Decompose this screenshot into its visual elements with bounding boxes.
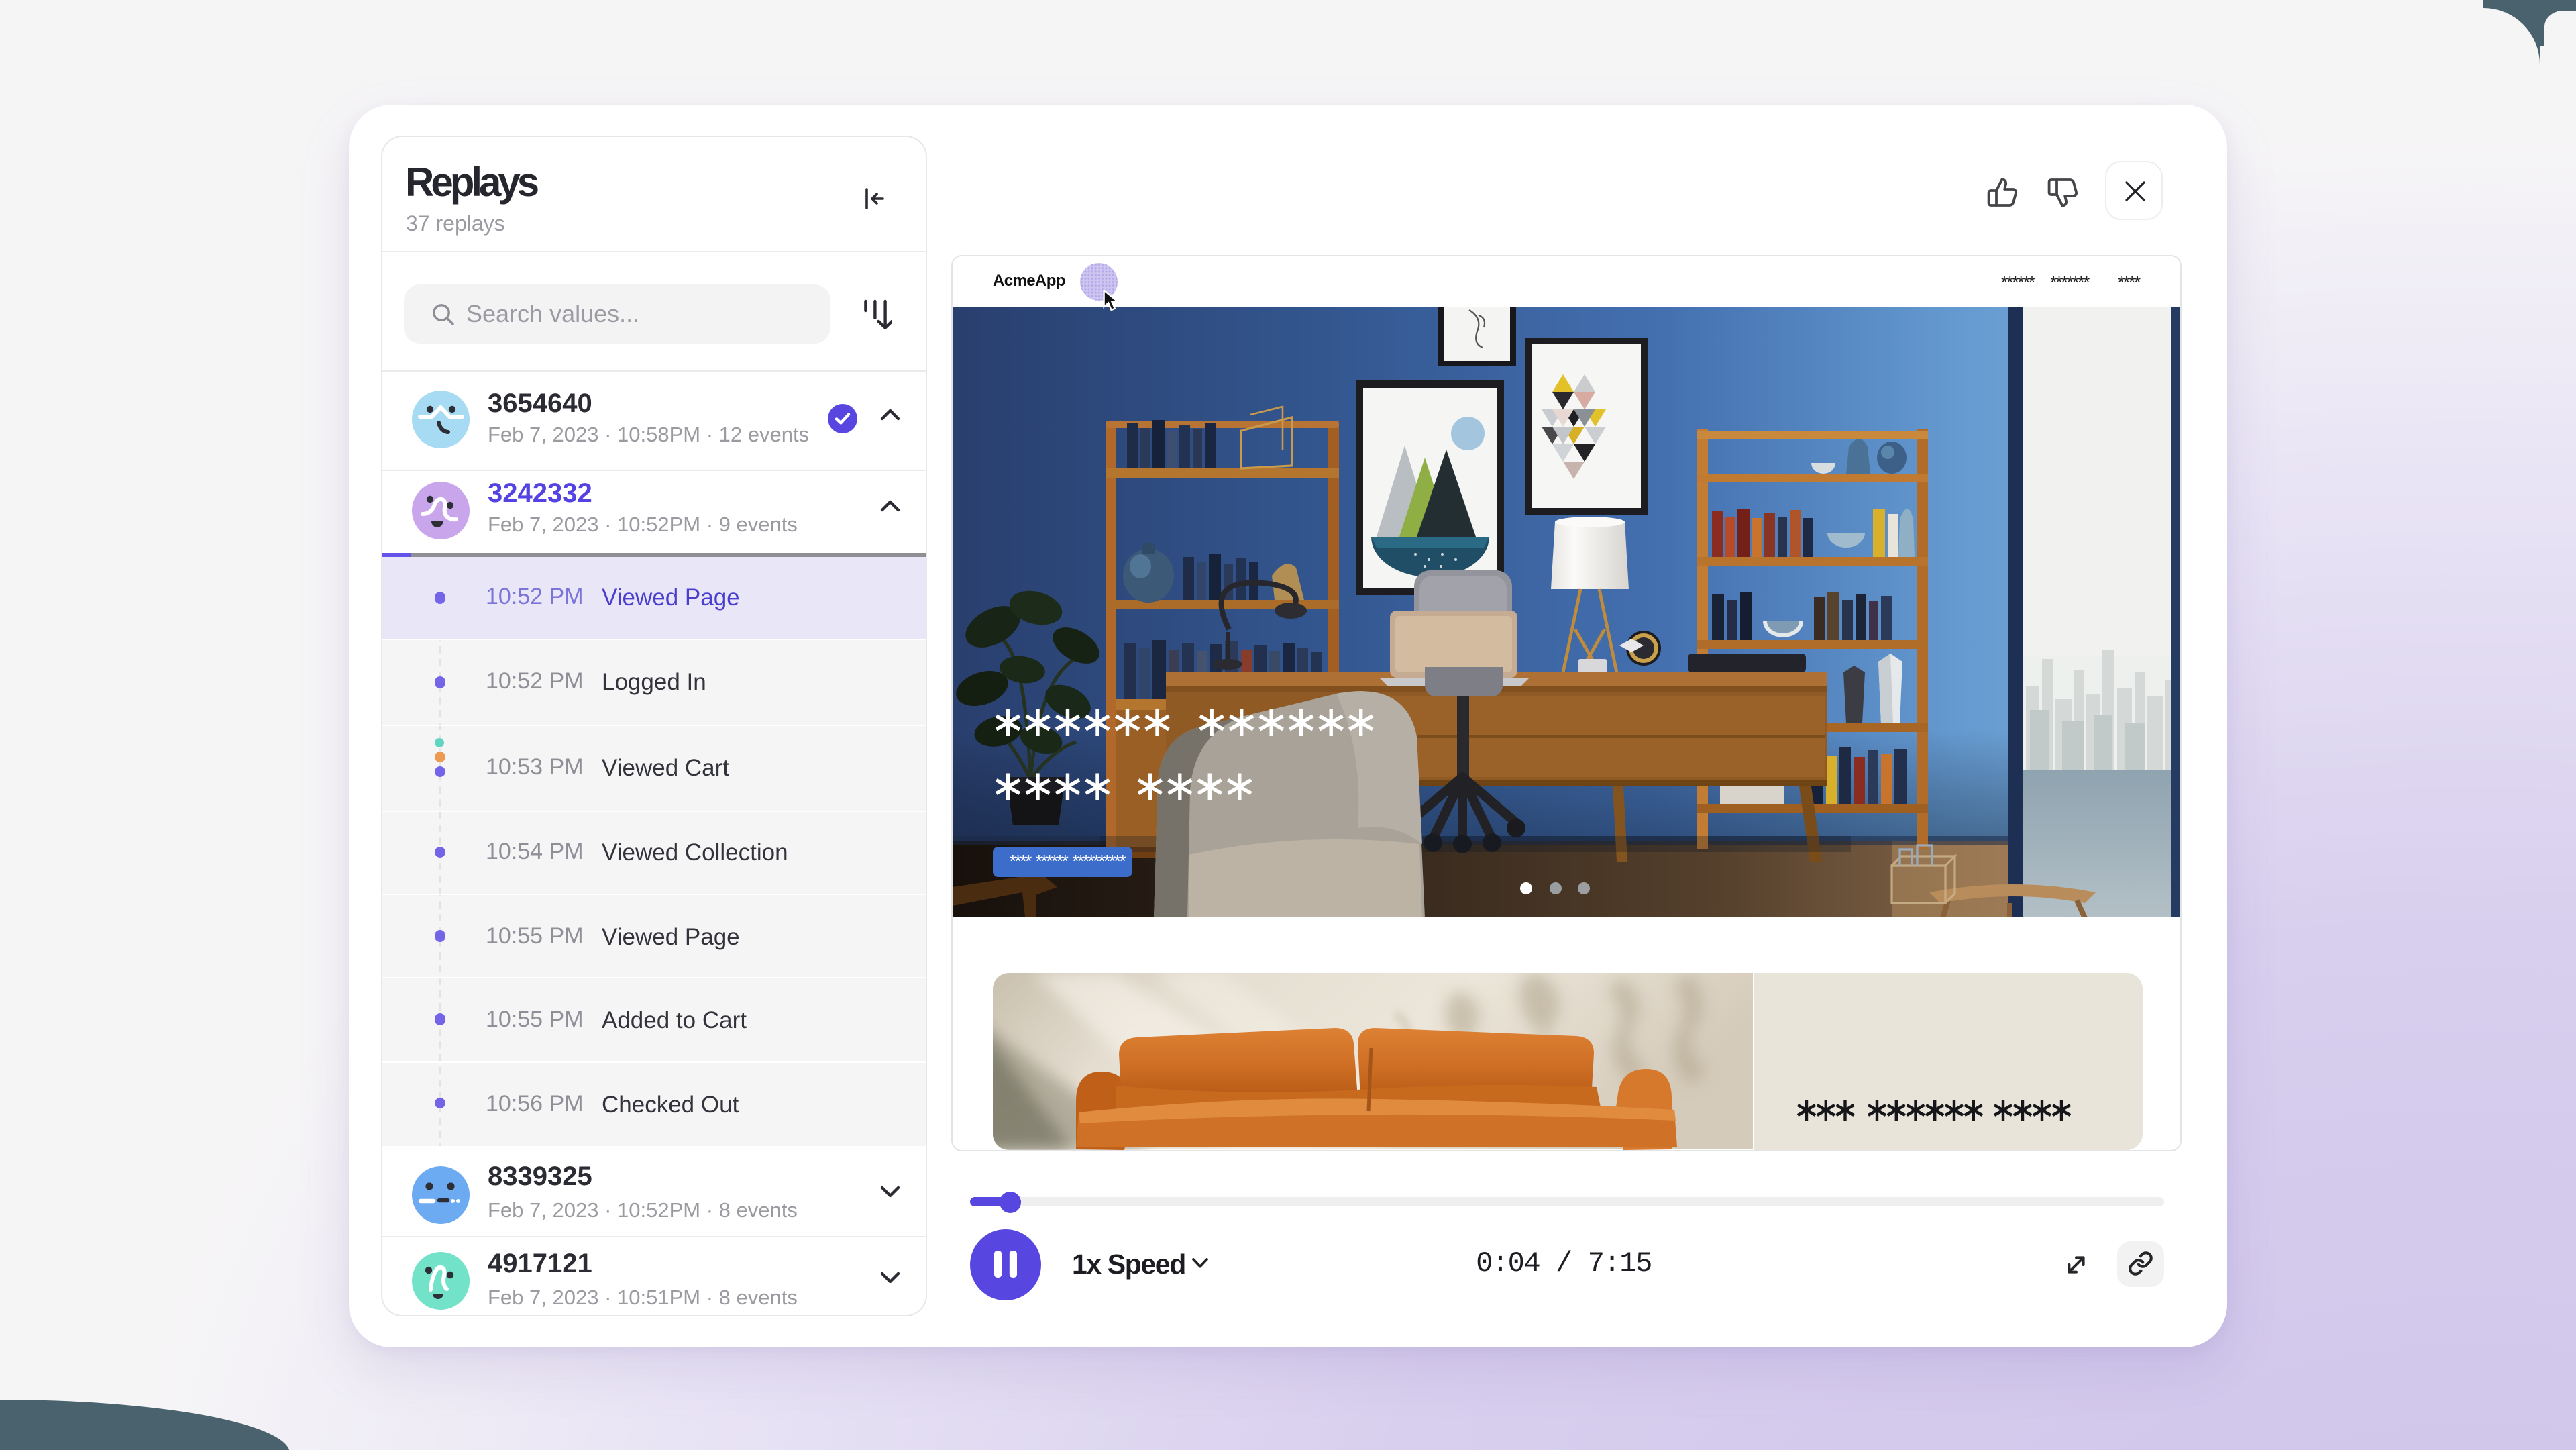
svg-text:**** ****** **********: **** ****** ********** [1008, 852, 1126, 872]
